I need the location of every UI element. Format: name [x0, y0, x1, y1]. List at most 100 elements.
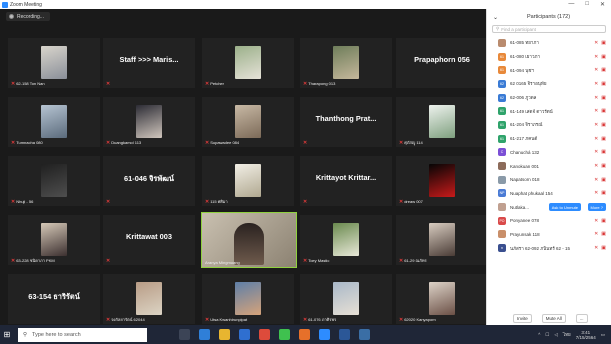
video-tile[interactable]: ✕ 63-228 ชนิดาภา PKM: [8, 215, 100, 265]
video-tile[interactable]: Thanthong Prat... ✕: [300, 97, 392, 147]
participant-name: 61-204 จิราภรณ์: [510, 122, 543, 128]
video-tile[interactable]: ✕ 61-29 ณภัทร: [396, 215, 488, 265]
video-tile[interactable]: ✕ Utsa Kwanhirunpipat: [202, 274, 294, 324]
notification-icon[interactable]: ▭: [601, 332, 605, 338]
video-tile[interactable]: ✕ Toey Mastic: [300, 215, 392, 265]
video-tile[interactable]: ✕ 61-076 ภาศิรพร: [300, 274, 392, 324]
participant-row[interactable]: 61 61-217 ภคนต์ ✕ ▣: [487, 132, 611, 146]
participant-row[interactable]: 62 62-006 ภูวดล ✕ ▣: [487, 91, 611, 105]
muted-mic-icon: ✕: [594, 190, 599, 197]
video-tile[interactable]: 61-046 จิรพัฒน์ ✕: [103, 156, 195, 206]
minimize-button[interactable]: —: [568, 1, 574, 8]
tile-name-label: ✕ 61-076 ภาศิรพร: [303, 316, 337, 323]
search-icon: ⚲: [23, 331, 28, 338]
tile-name-label: ✕ Tharapong 013: [303, 80, 336, 87]
participant-photo: [235, 164, 261, 197]
participant-row[interactable]: C Chanuchá 132 ✕ ▣: [487, 146, 611, 160]
participant-row[interactable]: 62 62 0165 จิราอนุทัย ✕ ▣: [487, 77, 611, 91]
edge-icon[interactable]: [199, 329, 210, 340]
invite-button[interactable]: Invite: [513, 313, 532, 323]
tile-name-label: ✕ 61-29 ณภัทร: [399, 257, 427, 264]
participant-photo: [41, 105, 67, 138]
more-options-button[interactable]: ...: [575, 313, 588, 323]
word-icon[interactable]: [339, 329, 350, 340]
participant-row[interactable]: Napatsorn 018 ✕ ▣: [487, 173, 611, 187]
recording-indicator[interactable]: Recording...: [6, 12, 50, 21]
participant-row[interactable]: Nutlaka... Ask to Unmute More ?: [487, 200, 611, 214]
video-tile[interactable]: ✕ Tumnacha 080: [8, 97, 100, 147]
zoom-icon[interactable]: [319, 329, 330, 340]
network-icon[interactable]: ☐: [545, 332, 549, 338]
windows-start-icon[interactable]: ⊞: [0, 330, 14, 339]
mute-all-button[interactable]: Mute All: [541, 313, 566, 323]
video-tile[interactable]: ✕ Nhuji - 56: [8, 156, 100, 206]
close-button[interactable]: ✕: [600, 1, 605, 8]
video-tile[interactable]: ✕ Supawadee 084: [202, 97, 294, 147]
mic-status-icons: ✕ ▣: [594, 231, 606, 237]
participant-row[interactable]: 61 61-080 เยาวภา ✕ ▣: [487, 50, 611, 64]
tray-chevron-icon[interactable]: ^: [538, 332, 540, 337]
video-tile[interactable]: Krittayot Krittar... ✕: [300, 156, 392, 206]
photos-icon[interactable]: [359, 329, 370, 340]
video-tile[interactable]: ✕ Petcher: [202, 38, 294, 88]
video-tile[interactable]: ✕ จงกัลยารัตน์ 62044: [103, 274, 195, 324]
media-icon[interactable]: [299, 329, 310, 340]
participant-photo: [429, 164, 455, 197]
ask-to-unmute-button[interactable]: Ask to Unmute: [548, 203, 581, 212]
maximize-button[interactable]: □: [585, 1, 589, 8]
participant-photo: [235, 46, 261, 79]
system-clock[interactable]: 3:41 7/15/2564: [576, 330, 596, 340]
volume-icon[interactable]: ◁: [554, 332, 557, 338]
participant-row[interactable]: Prayunsak 118 ✕ ▣: [487, 228, 611, 242]
tile-name-label: ✕ dreaw 007: [399, 198, 423, 205]
participant-name: Nuaphat phukaal 154: [510, 190, 553, 196]
video-tile[interactable]: Staff >>> Maris... ✕: [103, 38, 195, 88]
participant-row[interactable]: Kanokuan 001 ✕ ▣: [487, 159, 611, 173]
video-tile[interactable]: ✕ 62-158 Ton Nan: [8, 38, 100, 88]
participant-row[interactable]: 61 61-149 เสดจ์ ดาวรัตน์ ✕ ▣: [487, 104, 611, 118]
more-button[interactable]: More ?: [587, 203, 606, 212]
participant-row[interactable]: PO Ponyanee 078 ✕ ▣: [487, 214, 611, 228]
participant-row[interactable]: n นภัสรา 62-092 ภนินทร์ 62 - 15 ✕ ▣: [487, 241, 611, 255]
task-view-icon[interactable]: [179, 329, 190, 340]
tile-name-label: Aranya Mingmuang: [205, 260, 240, 265]
chrome-icon[interactable]: [259, 329, 270, 340]
video-tile[interactable]: Prapaphorn 056: [396, 38, 488, 88]
store-icon[interactable]: [239, 329, 250, 340]
video-tile[interactable]: 63-154 ธาริรัตน์: [8, 274, 100, 324]
participant-row[interactable]: 61-085 ทยาภา ✕ ▣: [487, 36, 611, 50]
participant-row[interactable]: 61 61-094 นุชฯ ✕ ▣: [487, 63, 611, 77]
participant-photo: [41, 223, 67, 256]
participant-photo: [429, 223, 455, 256]
muted-mic-icon: ✕: [594, 108, 599, 115]
taskbar-search-input[interactable]: ⚲ Type here to search: [18, 327, 147, 342]
tile-name-label: ✕: [106, 198, 111, 205]
video-tile[interactable]: Aranya Mingmuang: [201, 212, 297, 268]
windows-taskbar: ⊞ ⚲ Type here to search ^ ☐ ◁ ไทย 3:41 7…: [0, 325, 611, 344]
tile-name-label: ✕ Utsa Kwanhirunpipat: [205, 316, 248, 323]
mic-status-icons: ✕ ▣: [594, 136, 606, 142]
video-tile[interactable]: ✕ Tharapong 013: [300, 38, 392, 88]
participant-row[interactable]: NP Nuaphat phukaal 154 ✕ ▣: [487, 187, 611, 201]
video-tile[interactable]: ✕ 62020 Kanyaporn: [396, 274, 488, 324]
muted-mic-icon: ✕: [205, 198, 210, 205]
participant-name: 62-006 ภูวดล: [510, 95, 537, 101]
muted-mic-icon: ✕: [594, 80, 599, 87]
video-tile[interactable]: ✕ 115 ศศิมา: [202, 156, 294, 206]
video-tile[interactable]: ✕ Duangkamol 113: [103, 97, 195, 147]
video-tile[interactable]: ✕ ศุภัสญู 114: [396, 97, 488, 147]
participant-search-input[interactable]: ⚲ Find a participant: [492, 25, 606, 33]
participant-name-display: 61-046 จิรพัฒน์: [124, 174, 174, 183]
video-tile[interactable]: Krittawat 003 ✕: [103, 215, 195, 265]
avatar: n: [498, 244, 506, 253]
muted-mic-icon: ✕: [594, 121, 599, 128]
participant-row[interactable]: 61 61-204 จิราภรณ์ ✕ ▣: [487, 118, 611, 132]
language-indicator[interactable]: ไทย: [563, 331, 571, 338]
line-icon[interactable]: [279, 329, 290, 340]
video-off-icon: ▣: [601, 149, 606, 156]
muted-mic-icon: ✕: [399, 316, 404, 323]
file-explorer-icon[interactable]: [219, 329, 230, 340]
muted-mic-icon: ✕: [106, 139, 111, 146]
tile-name-label: ✕ ศุภัสญู 114: [399, 139, 423, 146]
video-tile[interactable]: ✕ dreaw 007: [396, 156, 488, 206]
